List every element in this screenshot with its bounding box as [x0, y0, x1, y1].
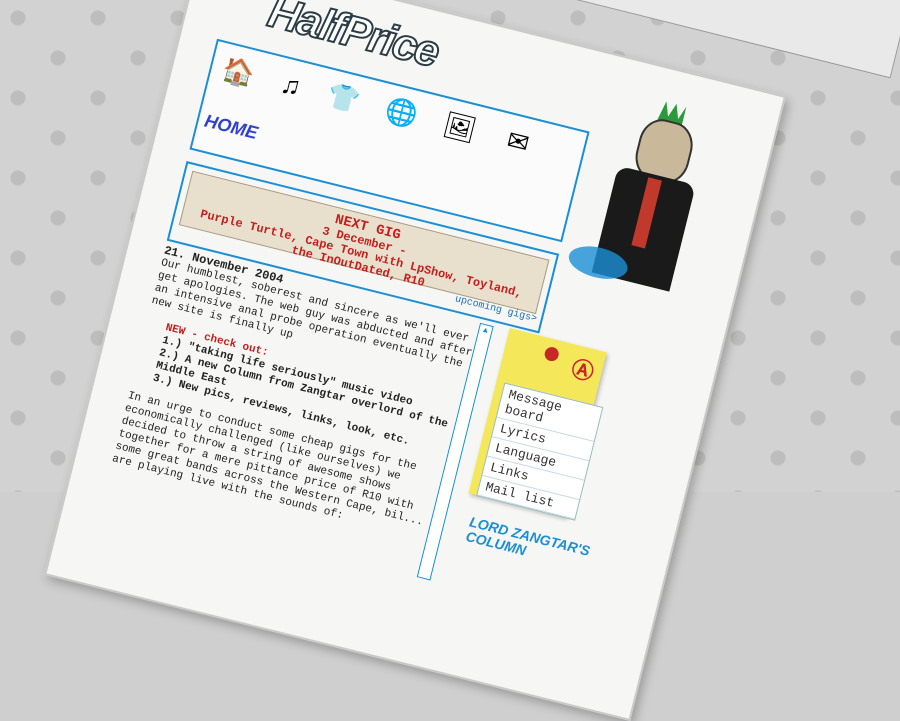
music-icon[interactable]: ♫: [268, 62, 314, 108]
scroll-up-icon[interactable]: ▲: [478, 324, 493, 339]
merch-icon[interactable]: 👕: [320, 75, 366, 121]
mohawk-character-illustration: [563, 95, 735, 311]
anarchy-icon: Ⓐ: [568, 355, 597, 386]
photos-icon[interactable]: 🖼: [437, 104, 483, 150]
sticky-note: Ⓐ Message board Lyrics Language Links Ma…: [468, 328, 607, 521]
download-icon[interactable]: 🌐: [379, 90, 425, 136]
home-icon[interactable]: 🏠: [216, 49, 262, 95]
pushpin-icon: [543, 345, 561, 363]
contact-icon[interactable]: ✉: [495, 119, 541, 165]
side-menu: Message board Lyrics Language Links Mail…: [476, 382, 604, 521]
home-label[interactable]: HOME: [202, 111, 260, 144]
zangtar-column-link[interactable]: LORD ZANGTAR'S COLUMN: [464, 513, 591, 573]
